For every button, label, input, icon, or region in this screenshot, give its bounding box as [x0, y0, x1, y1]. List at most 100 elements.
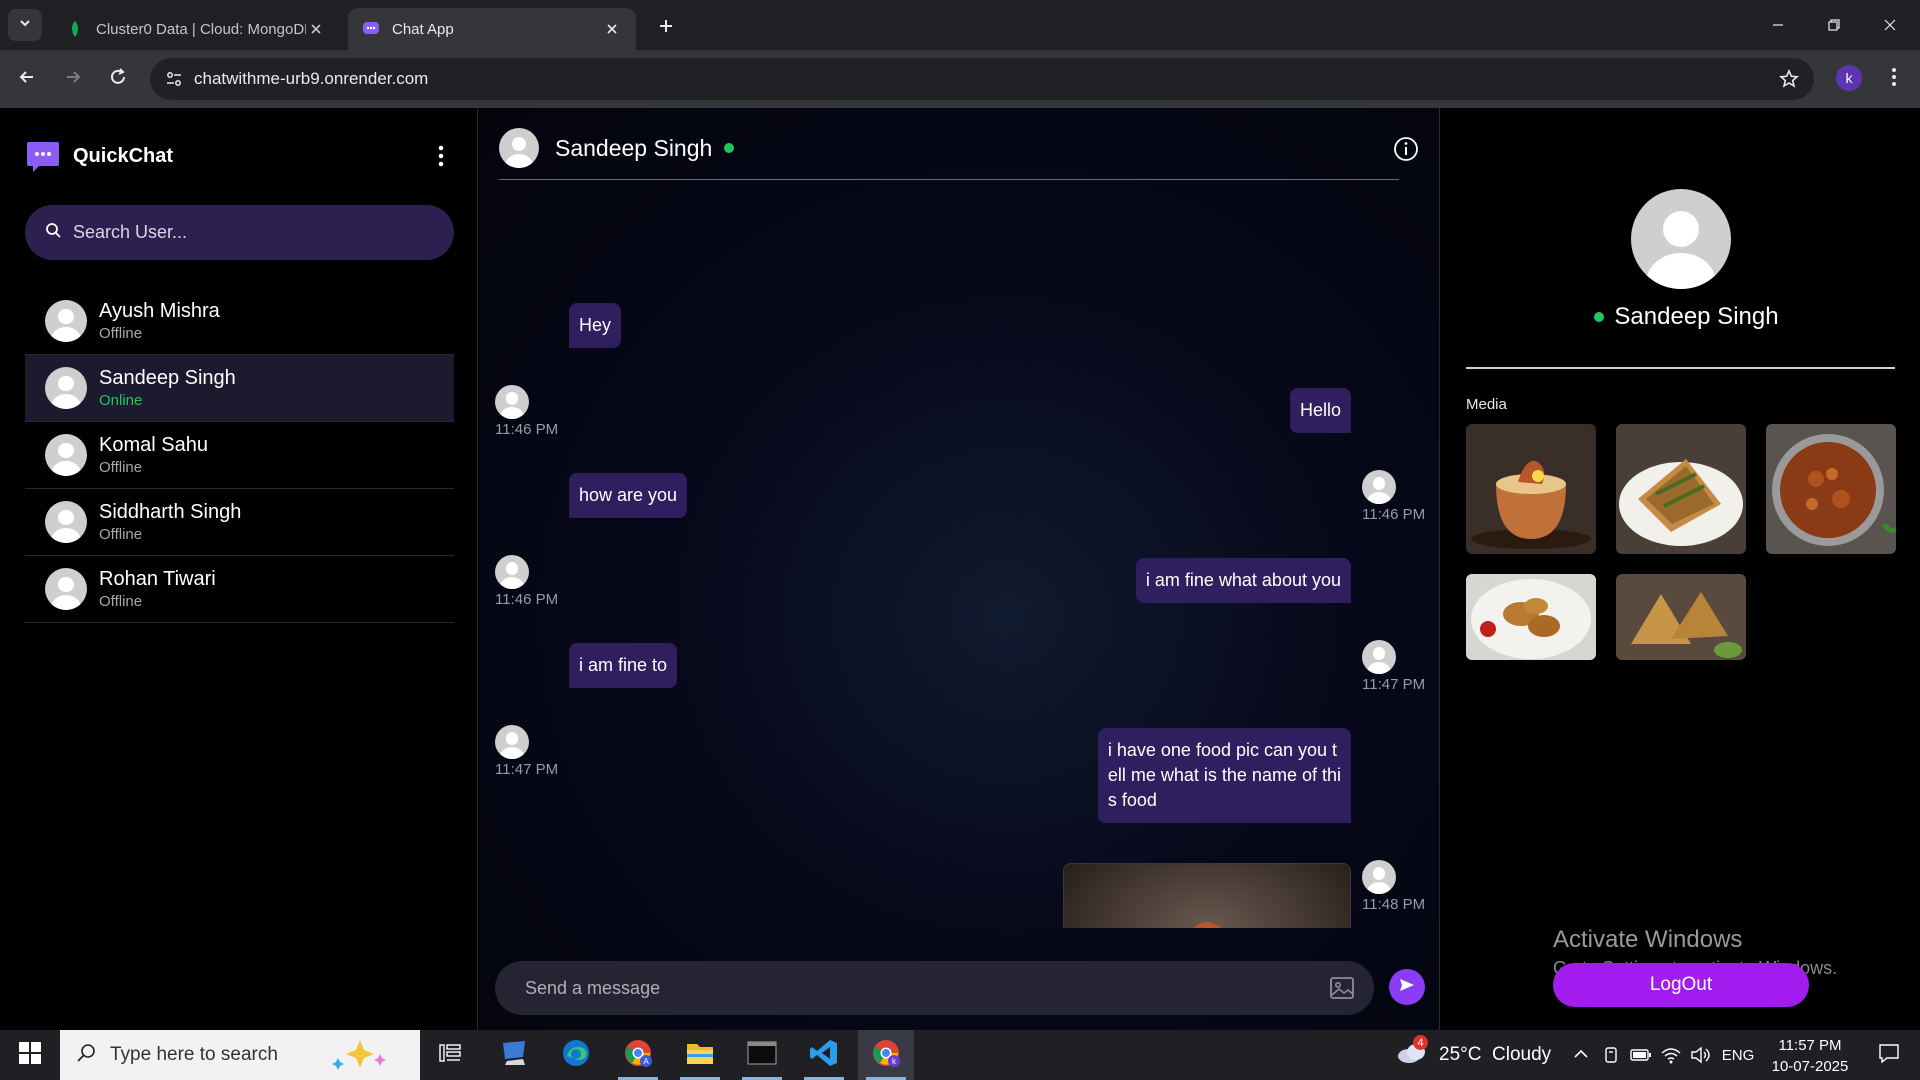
user-list-item[interactable]: Siddharth Singh Offline — [25, 489, 454, 556]
battery-icon[interactable] — [1628, 1030, 1654, 1080]
online-indicator — [724, 143, 735, 153]
profile-name: Sandeep Singh — [1614, 303, 1779, 330]
message-time: 11:46 PM — [495, 591, 559, 608]
cloud-icon: 4 — [1395, 1035, 1429, 1071]
taskbar-app-file-explorer[interactable] — [672, 1030, 728, 1080]
user-list-item[interactable]: Ayush Mishra Offline — [25, 288, 454, 355]
message-time: 11:47 PM — [495, 761, 559, 778]
close-tab-icon[interactable] — [306, 19, 326, 39]
media-grilled-sandwich-photo[interactable] — [1616, 424, 1746, 554]
info-icon[interactable] — [1393, 136, 1419, 162]
arrow-right-icon — [63, 67, 83, 92]
wifi-icon[interactable] — [1658, 1030, 1684, 1080]
media-curry-pot-photo[interactable] — [1766, 424, 1896, 554]
close-tab-icon[interactable] — [602, 19, 622, 39]
user-list-item[interactable]: Rohan Tiwari Offline — [25, 556, 454, 623]
message-input[interactable] — [525, 977, 1305, 999]
message-outgoing: i am fine what about you — [1135, 558, 1351, 603]
forward-button[interactable] — [58, 64, 88, 94]
biryani-pot-photo[interactable] — [1063, 863, 1351, 928]
address-bar[interactable]: chatwithme-urb9.onrender.com — [150, 58, 1814, 100]
windows-taskbar: A k 4 25°C Cloudy — [0, 1030, 1920, 1080]
start-button[interactable] — [0, 1030, 60, 1080]
message-incoming: i am fine to — [569, 643, 678, 688]
profile-divider — [1466, 367, 1895, 369]
search-icon — [76, 1043, 96, 1068]
meet-now-icon[interactable] — [1598, 1030, 1624, 1080]
message-incoming: Hey — [569, 303, 622, 348]
chrome-browser-icon: k — [871, 1038, 901, 1073]
tab-title: Cluster0 Data | Cloud: MongoDB — [96, 20, 306, 38]
send-button[interactable] — [1389, 969, 1425, 1005]
tab-mongodb[interactable]: Cluster0 Data | Cloud: MongoDB — [52, 8, 340, 50]
monitor-app-icon — [499, 1039, 529, 1072]
avatar — [45, 300, 87, 342]
task-view-icon — [438, 1042, 462, 1069]
clock-date: 10-07-2025 — [1771, 1058, 1849, 1075]
message-composer[interactable] — [495, 961, 1374, 1015]
user-list-item[interactable]: Komal Sahu Offline — [25, 422, 454, 489]
taskbar-search-input[interactable] — [110, 1044, 310, 1066]
new-tab-button[interactable] — [652, 12, 680, 40]
tab-chat-app[interactable]: Chat App — [348, 8, 636, 50]
media-samosa-photo[interactable] — [1616, 574, 1746, 660]
chat-header: Sandeep Singh — [499, 124, 1419, 172]
media-fried-chicken-photo[interactable] — [1466, 574, 1596, 660]
tab-search-button[interactable] — [8, 9, 42, 41]
taskbar-app-vscode[interactable] — [796, 1030, 852, 1080]
avatar — [1362, 640, 1396, 674]
user-name: Komal Sahu — [99, 434, 208, 456]
mongodb-leaf-icon — [66, 20, 84, 38]
contact-avatar — [499, 128, 539, 168]
message-time: 11:48 PM — [1362, 896, 1426, 913]
profile-avatar — [1631, 189, 1731, 289]
avatar — [45, 434, 87, 476]
url-text: chatwithme-urb9.onrender.com — [194, 69, 429, 88]
system-clock[interactable]: 11:57 PM 10-07-2025 — [1760, 1035, 1860, 1077]
chevron-up-icon — [1573, 1046, 1589, 1064]
search-icon — [45, 222, 61, 243]
profile-avatar-button[interactable]: k — [1836, 65, 1862, 91]
site-settings-icon[interactable] — [154, 58, 194, 100]
taskbar-app-terminal[interactable] — [734, 1030, 790, 1080]
message-line: s food — [1107, 790, 1157, 810]
search-user-input[interactable] — [73, 222, 433, 243]
avatar — [45, 367, 87, 409]
activate-title: Activate Windows — [1553, 926, 1743, 953]
taskbar-search[interactable] — [60, 1030, 420, 1080]
taskbar-app-edge[interactable] — [548, 1030, 604, 1080]
message-time: 11:46 PM — [1362, 506, 1426, 523]
chat-app: QuickChat Ayush Mishra Offline — [0, 108, 1920, 1030]
back-button[interactable] — [12, 64, 42, 94]
weather-widget[interactable]: 4 25°C Cloudy — [1395, 1030, 1551, 1080]
taskbar-app-chrome-profile-k[interactable]: k — [858, 1030, 914, 1080]
taskbar-app-chrome-profile-a[interactable]: A — [610, 1030, 666, 1080]
windows-logo-icon — [19, 1041, 41, 1069]
terminal-icon — [747, 1040, 777, 1070]
weather-text: 25°C Cloudy — [1439, 1044, 1552, 1065]
sidebar-menu-button[interactable] — [432, 145, 450, 170]
message-outgoing-image[interactable] — [1063, 863, 1351, 928]
avatar — [495, 725, 529, 759]
task-view-button[interactable] — [422, 1030, 478, 1080]
bookmark-star-icon[interactable] — [1778, 68, 1800, 90]
restore-button[interactable] — [1806, 0, 1862, 50]
message-time: 11:47 PM — [1362, 676, 1426, 693]
browser-menu-button[interactable] — [1880, 64, 1908, 94]
show-hidden-icons-button[interactable] — [1568, 1030, 1594, 1080]
user-list-item-selected[interactable]: Sandeep Singh Online — [25, 355, 454, 422]
media-biryani-pot-photo[interactable] — [1466, 424, 1596, 554]
user-search-box[interactable] — [25, 205, 454, 260]
taskbar-app-desktop[interactable] — [486, 1030, 542, 1080]
avatar — [495, 555, 529, 589]
image-upload-icon[interactable] — [1328, 974, 1356, 1002]
message-line: i have one food pic can you t — [1107, 740, 1338, 760]
minimize-button[interactable] — [1750, 0, 1806, 50]
input-language[interactable]: ENG — [1718, 1030, 1758, 1080]
reload-button[interactable] — [103, 64, 133, 94]
notification-center-button[interactable] — [1864, 1030, 1914, 1080]
volume-icon[interactable] — [1688, 1030, 1714, 1080]
logout-button[interactable]: LogOut — [1553, 963, 1809, 1007]
close-window-button[interactable] — [1862, 0, 1918, 50]
message-time: 11:46 PM — [495, 421, 559, 438]
